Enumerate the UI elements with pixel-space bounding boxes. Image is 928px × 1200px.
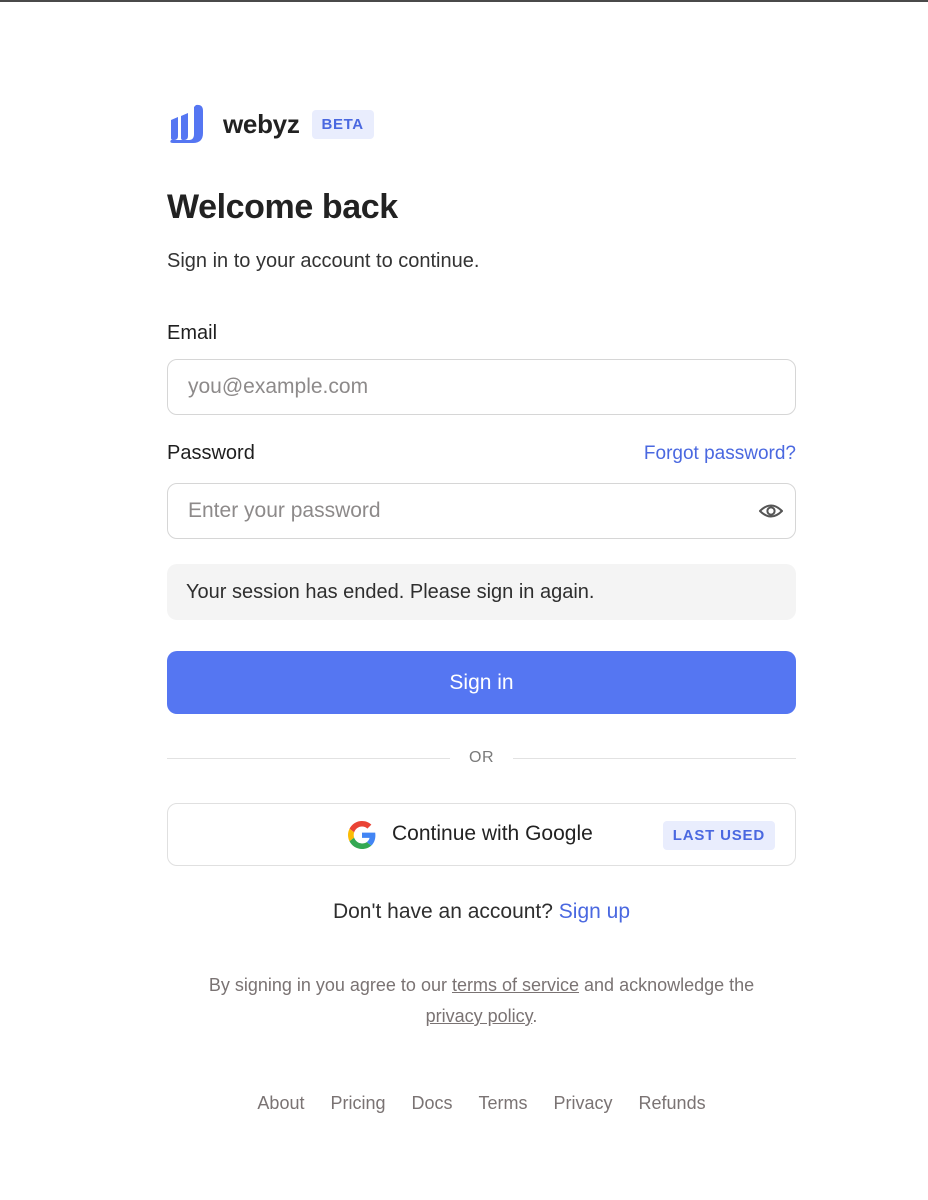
footer-link-docs[interactable]: Docs xyxy=(412,1093,453,1114)
legal-suffix: . xyxy=(532,1006,538,1026)
sign-up-link[interactable]: Sign up xyxy=(559,900,630,923)
forgot-password-link[interactable]: Forgot password? xyxy=(644,443,796,465)
top-border xyxy=(0,0,928,2)
eye-icon[interactable] xyxy=(758,499,784,523)
brand-name: webyz xyxy=(223,108,300,139)
footer-link-pricing[interactable]: Pricing xyxy=(330,1093,385,1114)
footer-link-refunds[interactable]: Refunds xyxy=(639,1093,706,1114)
signup-prompt-text: Don't have an account? xyxy=(332,900,553,923)
email-label: Email xyxy=(167,322,218,344)
footer-link-privacy[interactable]: Privacy xyxy=(554,1093,613,1114)
footer-nav: About Pricing Docs Terms Privacy Refunds xyxy=(167,1093,796,1114)
google-button-label: Continue with Google xyxy=(392,822,593,845)
terms-of-service-link[interactable]: terms of service xyxy=(452,975,579,995)
divider-line-right xyxy=(513,758,796,759)
divider-label: OR xyxy=(469,749,494,766)
legal-prefix: By signing in you agree to our xyxy=(208,975,447,995)
divider-line-left xyxy=(167,758,450,759)
beta-badge: BETA xyxy=(311,109,374,139)
session-notice-text: Your session has ended. Please sign in a… xyxy=(186,580,595,603)
brand-header: webyz BETA xyxy=(167,103,374,145)
continue-with-google-button[interactable]: Continue with Google LAST USED xyxy=(167,803,796,866)
page-title: Welcome back xyxy=(167,188,398,226)
footer-link-terms[interactable]: Terms xyxy=(479,1093,528,1114)
sign-in-button[interactable]: Sign in xyxy=(167,651,796,714)
legal-middle: and acknowledge the xyxy=(584,975,755,995)
password-field[interactable] xyxy=(167,483,796,539)
page-subtitle: Sign in to your account to continue. xyxy=(167,250,480,272)
privacy-policy-link[interactable]: privacy policy xyxy=(426,1006,533,1026)
session-notice: Your session has ended. Please sign in a… xyxy=(167,564,796,620)
webyz-logo-icon xyxy=(170,104,203,143)
last-used-badge: LAST USED xyxy=(662,821,775,850)
google-icon xyxy=(348,821,376,849)
password-label: Password xyxy=(167,442,255,464)
legal-notice: By signing in you agree to our terms of … xyxy=(147,970,816,1032)
email-field[interactable] xyxy=(167,359,796,415)
footer-link-about[interactable]: About xyxy=(257,1093,304,1114)
signup-prompt: Don't have an account? Sign up xyxy=(167,900,796,924)
